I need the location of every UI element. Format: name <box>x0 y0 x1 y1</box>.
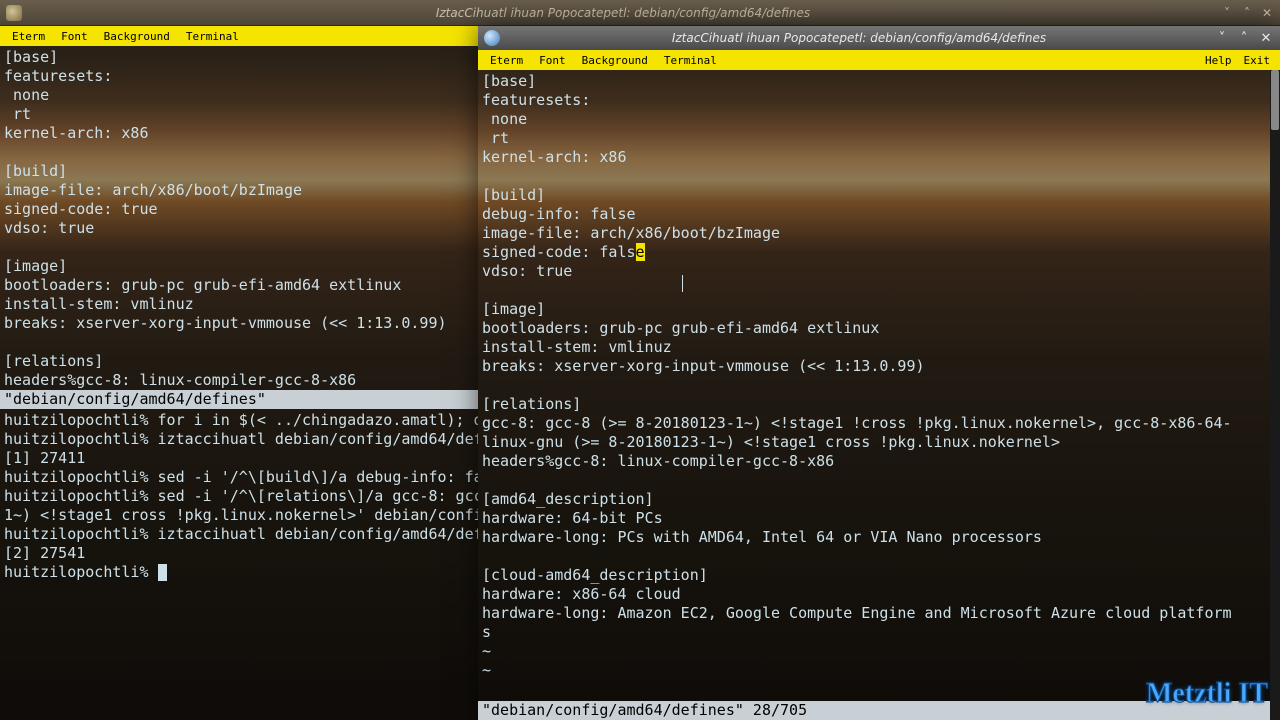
close-button[interactable]: ✕ <box>1256 29 1276 47</box>
scrollbar[interactable] <box>1270 70 1280 720</box>
maximize-button[interactable]: ˄ <box>1238 5 1256 21</box>
app-icon <box>484 30 500 46</box>
scrollbar-thumb[interactable] <box>1271 70 1279 130</box>
menu-eterm[interactable]: Eterm <box>4 27 53 46</box>
minimize-button[interactable]: ˅ <box>1218 5 1236 21</box>
menu-help[interactable]: Help <box>1199 51 1238 70</box>
right-terminal-text: [base] featuresets: none rt kernel-arch:… <box>478 70 1270 680</box>
text-caret-icon <box>682 275 683 292</box>
left-terminal-area[interactable]: [base] featuresets: none rt kernel-arch:… <box>0 46 478 720</box>
back-window-titlebar: IztacCihuatl ihuan Popocatepetl: debian/… <box>0 0 1280 26</box>
left-terminal-window: Eterm Font Background Terminal [base] fe… <box>0 26 478 720</box>
minimize-button[interactable]: ˅ <box>1212 29 1232 47</box>
left-vim-status: "debian/config/amd64/defines" <box>0 390 478 409</box>
menu-exit[interactable]: Exit <box>1238 51 1277 70</box>
menu-background[interactable]: Background <box>96 27 178 46</box>
menu-font[interactable]: Font <box>531 51 574 70</box>
front-window-titlebar[interactable]: IztacCihuatl ihuan Popocatepetl: debian/… <box>478 26 1280 50</box>
close-button[interactable]: ✕ <box>1258 5 1276 21</box>
vim-cursor: e <box>636 243 645 261</box>
maximize-button[interactable]: ˄ <box>1234 29 1254 47</box>
left-terminal-text-top: [base] featuresets: none rt kernel-arch:… <box>0 46 478 390</box>
menu-terminal[interactable]: Terminal <box>178 27 247 46</box>
right-terminal-area[interactable]: [base] featuresets: none rt kernel-arch:… <box>478 70 1270 720</box>
shell-cursor <box>158 564 167 581</box>
menu-font[interactable]: Font <box>53 27 96 46</box>
menu-eterm[interactable]: Eterm <box>482 51 531 70</box>
back-window-title: IztacCihuatl ihuan Popocatepetl: debian/… <box>28 6 1218 20</box>
app-icon <box>6 5 22 21</box>
front-window: IztacCihuatl ihuan Popocatepetl: debian/… <box>478 26 1280 720</box>
menu-terminal[interactable]: Terminal <box>656 51 725 70</box>
left-menubar: Eterm Font Background Terminal <box>0 26 478 46</box>
left-terminal-text-bottom: huitzilopochtli% for i in $(< ../chingad… <box>0 409 478 582</box>
watermark-logo: Metztli IT <box>1146 678 1268 710</box>
right-terminal-window: Eterm Font Background Terminal Help Exit… <box>478 50 1280 720</box>
right-menubar: Eterm Font Background Terminal Help Exit <box>478 50 1280 70</box>
front-window-title: IztacCihuatl ihuan Popocatepetl: debian/… <box>506 31 1212 45</box>
menu-background[interactable]: Background <box>574 51 656 70</box>
